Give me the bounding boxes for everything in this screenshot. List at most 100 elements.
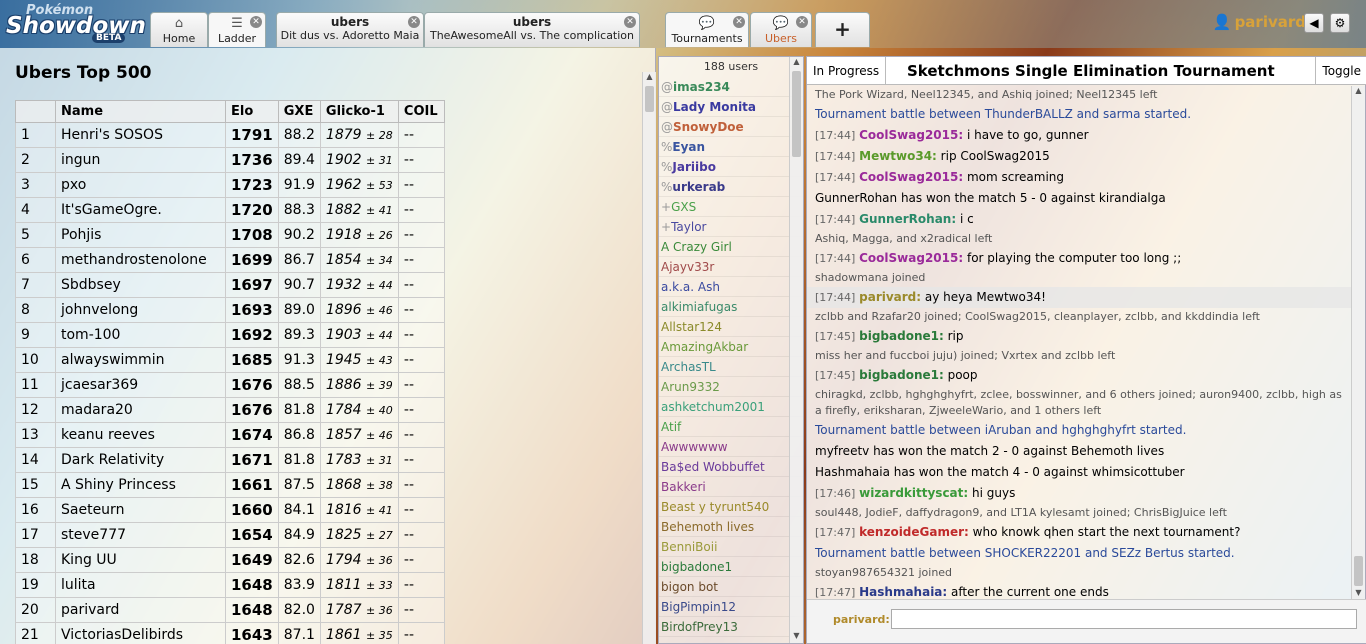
table-row: 14 Dark Relativity 1671 81.8 1783 ± 31 -- <box>15 447 445 473</box>
chat-username[interactable]: Hashmahaia: <box>859 585 947 599</box>
name-cell[interactable]: Saeteurn <box>55 497 226 523</box>
user-list-item[interactable]: +Taylor <box>659 217 803 237</box>
user-list-item[interactable]: Atif <box>659 417 803 437</box>
chat-username[interactable]: bigbadone1: <box>859 368 944 382</box>
tournament-toggle-button[interactable]: Toggle <box>1315 57 1366 85</box>
close-icon[interactable]: ✕ <box>796 16 808 28</box>
close-icon[interactable]: ✕ <box>733 16 745 28</box>
user-list-item[interactable]: BigPimpin12 <box>659 597 803 617</box>
tab-ladder[interactable]: ☰ Ladder ✕ <box>208 12 266 47</box>
user-list-item[interactable]: @Lady Monita <box>659 97 803 117</box>
ladder-scrollbar[interactable]: ▲ <box>642 72 656 644</box>
name-cell[interactable]: pxo <box>55 172 226 198</box>
user-list-item[interactable]: Behemoth lives <box>659 517 803 537</box>
scroll-down-arrow[interactable]: ▼ <box>790 631 803 643</box>
column-header[interactable]: GXE <box>277 100 321 123</box>
name-cell[interactable]: VictoriasDelibirds <box>55 622 226 644</box>
user-list-item[interactable]: BirdofPrey13 <box>659 617 803 637</box>
tab-tournaments[interactable]: 💬 Tournaments ✕ <box>665 12 749 47</box>
name-cell[interactable]: Henri's SOSOS <box>55 122 226 148</box>
chat-scrollbar[interactable]: ▲ ▼ <box>1351 86 1365 600</box>
showdown-logo[interactable]: Pokémon Showdown BETA <box>4 3 146 43</box>
user-list-item[interactable]: Ba$ed Wobbuffet <box>659 457 803 477</box>
user-list-item[interactable]: bigon bot <box>659 577 803 597</box>
name-cell[interactable]: johnvelong <box>55 297 226 323</box>
name-cell[interactable]: Dark Relativity <box>55 447 226 473</box>
column-header[interactable]: Elo <box>225 100 279 123</box>
chat-username[interactable]: CoolSwag2015: <box>859 170 963 184</box>
scroll-up-arrow[interactable]: ▲ <box>1352 86 1365 98</box>
column-header[interactable]: Name <box>55 100 226 123</box>
chat-username[interactable]: kenzoideGamer: <box>859 525 969 539</box>
name-cell[interactable]: Sbdbsey <box>55 272 226 298</box>
scroll-up-arrow[interactable]: ▲ <box>643 72 656 84</box>
user-list-item[interactable]: A Crazy Girl <box>659 237 803 257</box>
name-cell[interactable]: lulita <box>55 572 226 598</box>
tab-home[interactable]: ⌂ Home <box>150 12 208 47</box>
user-list-item[interactable]: a.k.a. Ash <box>659 277 803 297</box>
user-list-item[interactable]: %Eyan <box>659 137 803 157</box>
user-list-item[interactable]: ashketchum2001 <box>659 397 803 417</box>
user-list-item[interactable]: AmazingAkbar <box>659 337 803 357</box>
user-list-item[interactable]: @SnowyDoe <box>659 117 803 137</box>
user-list-item[interactable]: Beast y tyrunt540 <box>659 497 803 517</box>
sound-button[interactable]: ◀ <box>1304 13 1324 33</box>
chat-username[interactable]: Mewtwo34: <box>859 149 937 163</box>
tab-battle-1[interactable]: ubers Dit dus vs. Adoretto Maia ✕ <box>276 12 424 47</box>
tab-battle-2[interactable]: ubers TheAwesomeAll vs. The complication… <box>424 12 640 47</box>
chat-username[interactable]: CoolSwag2015: <box>859 128 963 142</box>
rank-cell: 8 <box>15 297 56 323</box>
name-cell[interactable]: parivard <box>55 597 226 623</box>
column-header[interactable] <box>15 100 56 123</box>
user-list-item[interactable]: @imas234 <box>659 77 803 97</box>
user-name[interactable]: 👤 parivard <box>1213 13 1306 31</box>
name-cell[interactable]: alwayswimmin <box>55 347 226 373</box>
ladder-scroll-thumb[interactable] <box>645 86 654 112</box>
settings-button[interactable]: ⚙ <box>1330 13 1350 33</box>
gxe-cell: 90.7 <box>277 272 321 298</box>
user-list-item[interactable]: alkimiafugas <box>659 297 803 317</box>
scroll-up-arrow[interactable]: ▲ <box>790 57 803 69</box>
name-cell[interactable]: A Shiny Princess <box>55 472 226 498</box>
name-cell[interactable]: King UU <box>55 547 226 573</box>
close-icon[interactable]: ✕ <box>408 16 420 28</box>
name-cell[interactable]: methandrostenolone <box>55 247 226 273</box>
name-cell[interactable]: Pohjis <box>55 222 226 248</box>
user-list-item[interactable]: +GXS <box>659 197 803 217</box>
name-cell[interactable]: jcaesar369 <box>55 372 226 398</box>
chat-scroll-thumb[interactable] <box>1354 556 1363 586</box>
user-list-item[interactable]: ArchasTL <box>659 357 803 377</box>
chat-username[interactable]: GunnerRohan: <box>859 212 956 226</box>
name-cell[interactable]: It'sGameOgre. <box>55 197 226 223</box>
name-cell[interactable]: ingun <box>55 147 226 173</box>
close-icon[interactable]: ✕ <box>250 16 262 28</box>
user-list-item[interactable]: Awwwwww <box>659 437 803 457</box>
name-cell[interactable]: tom-100 <box>55 322 226 348</box>
tab-ubers[interactable]: 💬 Ubers ✕ <box>750 12 812 47</box>
name-cell[interactable]: madara20 <box>55 397 226 423</box>
user-list-item[interactable]: Bakkeri <box>659 477 803 497</box>
userlist-scroll-thumb[interactable] <box>792 71 801 157</box>
chat-username[interactable]: wizardkittyscat: <box>859 486 968 500</box>
glicko-rating: 1825 <box>325 527 362 543</box>
column-header[interactable]: COIL <box>397 100 445 123</box>
userlist-scrollbar[interactable]: ▲ ▼ <box>789 57 803 643</box>
user-list-item[interactable]: %Jariibo <box>659 157 803 177</box>
new-tab-button[interactable]: + <box>815 12 870 47</box>
user-list-item[interactable]: bigbadone1 <box>659 557 803 577</box>
name-cell[interactable]: steve777 <box>55 522 226 548</box>
user-list-item[interactable]: %urkerab <box>659 177 803 197</box>
chat-username[interactable]: CoolSwag2015: <box>859 251 963 265</box>
column-header[interactable]: Glicko-1 <box>319 100 399 123</box>
user-list-item[interactable]: Allstar124 <box>659 317 803 337</box>
chat-username[interactable]: parivard: <box>859 290 921 304</box>
close-icon[interactable]: ✕ <box>624 16 636 28</box>
timestamp: [17:47] <box>815 526 856 539</box>
chat-username[interactable]: bigbadone1: <box>859 329 944 343</box>
match-result: Hashmahaia has won the match 4 - 0 again… <box>815 465 1185 479</box>
chat-input[interactable] <box>891 609 1357 629</box>
user-list-item[interactable]: BenniBoii <box>659 537 803 557</box>
name-cell[interactable]: keanu reeves <box>55 422 226 448</box>
user-list-item[interactable]: Arun9332 <box>659 377 803 397</box>
user-list-item[interactable]: Ajayv33r <box>659 257 803 277</box>
